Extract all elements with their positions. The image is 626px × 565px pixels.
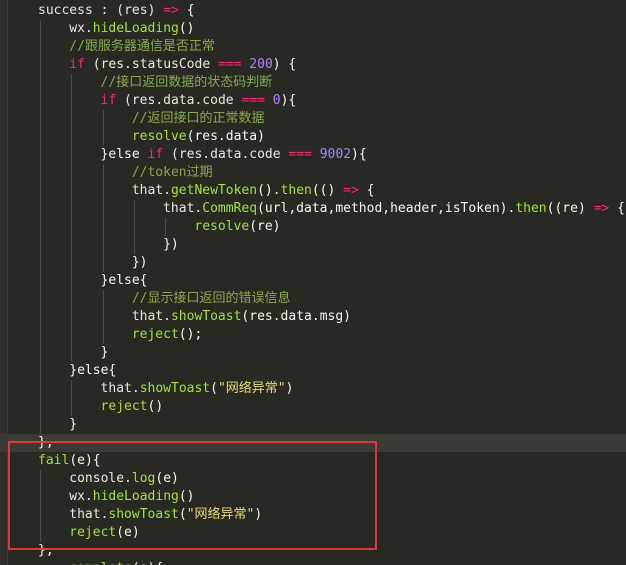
code-token: ){	[280, 93, 297, 108]
code-token: getNewToken	[170, 183, 258, 198]
code-token: (res.data.code	[124, 93, 242, 108]
code-token: (url,data,method,header,isToken).	[257, 201, 516, 216]
code-token: (res.data.msg)	[241, 309, 351, 324]
code-token: ===	[217, 57, 250, 72]
code-token: }else	[100, 147, 148, 162]
code-token: that.	[131, 309, 171, 324]
highlight-box	[8, 441, 377, 550]
code-token: //返回接口的正常数据	[131, 111, 265, 126]
code-token: that.	[100, 381, 140, 396]
code-token: ();	[178, 327, 203, 342]
code-token: })	[131, 255, 148, 270]
code-line: that.getNewToken().then(() => {	[0, 182, 626, 200]
code-line: //返回接口的正常数据	[0, 110, 626, 128]
code-token: 200	[249, 57, 273, 72]
code-token: if	[69, 57, 93, 72]
code-token: })	[163, 237, 179, 252]
code-line: //显示接口返回的错误信息	[0, 290, 626, 308]
code-token: (res.statusCode	[92, 57, 218, 72]
code-line: }else{	[0, 272, 626, 290]
code-token: success :	[38, 3, 117, 18]
code-token: resolve	[131, 129, 187, 144]
code-line: if (res.data.code === 0){	[0, 92, 626, 110]
code-token: 9002	[319, 147, 352, 162]
code-token: wx.	[69, 21, 93, 36]
code-line: //token过期	[0, 164, 626, 182]
code-token: then	[515, 201, 547, 216]
code-line: }	[0, 416, 626, 434]
code-token: )	[285, 381, 294, 396]
code-token: then	[280, 183, 312, 198]
code-token: //显示接口返回的错误信息	[131, 291, 291, 306]
code-token: reject	[100, 399, 148, 414]
code-token: =>	[163, 3, 187, 18]
code-token: that.	[163, 201, 203, 216]
code-token: showToast	[170, 309, 242, 324]
code-line: }	[0, 344, 626, 362]
code-token: =>	[343, 183, 367, 198]
code-token: (res)	[116, 3, 164, 18]
code-line: resolve(re)	[0, 218, 626, 236]
code-token: ===	[288, 147, 320, 162]
code-token: //token过期	[131, 165, 213, 180]
code-token: (()	[311, 183, 344, 198]
code-token: }else{	[69, 363, 117, 378]
code-token: if	[100, 93, 125, 108]
code-token: ()	[178, 21, 195, 36]
code-token: {	[186, 3, 195, 18]
code-line: }else{	[0, 362, 626, 380]
code-token: ===	[241, 93, 273, 108]
code-token: ) {	[272, 57, 297, 72]
code-line: })	[0, 254, 626, 272]
code-token: that.	[131, 183, 171, 198]
code-line: //接口返回数据的状态码判断	[0, 74, 626, 92]
code-token: hideLoading	[92, 21, 179, 36]
code-line: complete(e){	[0, 560, 626, 565]
code-token: showToast	[139, 381, 211, 396]
code-token: "网络异常"	[217, 381, 286, 396]
code-token: }	[100, 345, 109, 360]
code-line: wx.hideLoading()	[0, 20, 626, 38]
code-line: that.showToast(res.data.msg)	[0, 308, 626, 326]
code-token: (	[210, 381, 218, 396]
code-token: //跟服务器通信是否正常	[69, 39, 215, 54]
code-token: (res.data)	[186, 129, 265, 144]
code-token: ((re)	[546, 201, 594, 216]
code-token: CommReq	[202, 201, 258, 216]
code-line: resolve(res.data)	[0, 128, 626, 146]
code-editor[interactable]: success : (res) => {wx.hideLoading()//跟服…	[0, 0, 626, 565]
code-token: complete	[69, 561, 132, 565]
code-token: ()	[147, 399, 164, 414]
code-line: })	[0, 236, 626, 254]
code-token: {	[617, 201, 625, 216]
code-token: ){	[351, 147, 367, 162]
code-token: if	[147, 147, 171, 162]
code-line: reject()	[0, 398, 626, 416]
code-token: (res.data.code	[171, 147, 289, 162]
code-line: if (res.statusCode === 200) {	[0, 56, 626, 74]
code-line: that.CommReq(url,data,method,header,isTo…	[0, 200, 626, 218]
code-line: reject();	[0, 326, 626, 344]
code-token: reject	[131, 327, 179, 342]
code-line: success : (res) => {	[0, 2, 626, 20]
code-token: (e){	[132, 561, 163, 565]
code-line: that.showToast("网络异常")	[0, 380, 626, 398]
code-line: //跟服务器通信是否正常	[0, 38, 626, 56]
code-token: resolve	[194, 219, 250, 234]
code-token: =>	[593, 201, 618, 216]
code-token: {	[366, 183, 375, 198]
code-token: }	[69, 417, 78, 432]
code-token: ().	[257, 183, 281, 198]
code-token: 0	[272, 93, 281, 108]
code-token: }else{	[100, 273, 148, 288]
code-token: (re)	[249, 219, 281, 234]
code-token: //接口返回数据的状态码判断	[100, 75, 273, 90]
code-line: }else if (res.data.code === 9002){	[0, 146, 626, 164]
